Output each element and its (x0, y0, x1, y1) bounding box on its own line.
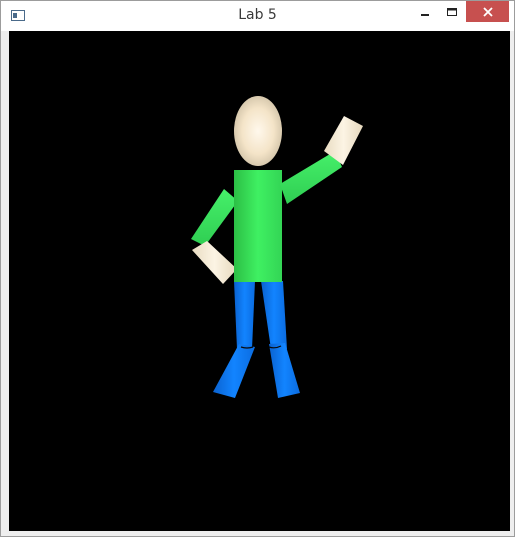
minimize-icon (421, 13, 429, 16)
head (234, 96, 282, 166)
left-forearm (192, 241, 237, 284)
render-canvas[interactable] (9, 31, 510, 531)
maximize-icon (447, 7, 457, 16)
right-upper-arm (280, 151, 342, 204)
title-bar[interactable]: Lab 5 (1, 1, 514, 31)
scene-svg (191, 96, 363, 398)
maximize-button[interactable] (439, 1, 465, 22)
app-window: Lab 5 (0, 0, 515, 537)
close-button[interactable] (466, 1, 509, 22)
left-upper-arm (191, 189, 238, 246)
minimize-button[interactable] (411, 1, 439, 22)
right-shin (269, 343, 300, 398)
left-shin (213, 344, 255, 398)
torso-shirt (234, 170, 282, 282)
left-thigh (234, 281, 255, 349)
right-thigh (261, 281, 287, 349)
close-icon (482, 6, 493, 17)
